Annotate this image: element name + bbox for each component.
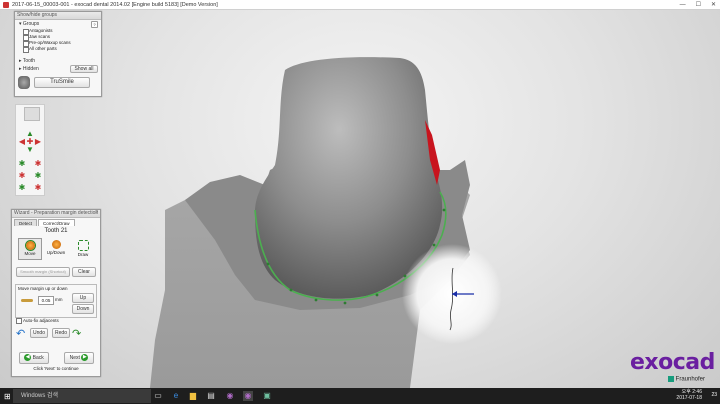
view-bottom-left-icon[interactable]: ✱ [17,183,27,193]
groups-panel: Show/hide groups ▾ Groups ? Antagonists … [14,11,102,97]
3d-viewport[interactable] [0,10,720,388]
show-all-button[interactable]: Show all [70,65,98,73]
notification-badge[interactable]: 23 [711,392,717,398]
up-down-icon [51,240,61,249]
app-icon [3,1,9,8]
groups-panel-header: Show/hide groups [15,12,101,20]
app-icon-1[interactable]: ◉ [225,391,235,401]
wizard-panel: Wizard - Preparation margin detection ? … [11,209,101,377]
maximize-button[interactable]: ☐ [696,1,701,8]
view-side-left-icon[interactable]: ✱ [17,171,27,181]
redo-arrow-icon[interactable]: ↷ [72,327,81,340]
windows-taskbar: ⊞ Windows 검색 ▭ e ▆ ▤ ◉ ◉ ▣ 오후 2:46 2017-… [0,388,720,404]
unit-label: mm [55,297,63,302]
tooth-thumbnail-icon [18,75,30,89]
clear-button[interactable]: Clear [72,267,96,277]
checkbox[interactable] [23,47,29,53]
file-explorer-icon[interactable]: ▆ [188,391,198,401]
fraunhofer-icon [668,376,674,382]
move-margin-section: Move margin up or down 0.05 mm Up Down [15,284,97,318]
up-down-mode-button[interactable]: Up/Down [45,238,67,258]
next-button[interactable]: Next ▶ [64,352,94,364]
tab-detect[interactable]: Detect [14,219,38,226]
back-button[interactable]: ◀ Back [19,352,49,364]
view-front-left-icon[interactable]: ✱ [17,159,27,169]
auto-fix-checkbox[interactable] [16,318,22,324]
hidden-section[interactable]: ▸ Hidden Show all [15,65,101,73]
view-side-right-icon[interactable]: ✱ [33,171,43,181]
view-thumbnail-icon[interactable] [24,107,40,121]
taskbar-clock[interactable]: 오후 2:46 2017-07-18 [676,389,702,401]
close-button[interactable]: ✕ [711,1,716,8]
minimize-button[interactable]: — [680,2,686,8]
tab-correct-draw[interactable]: Correct/Draw [38,219,75,226]
redo-button[interactable]: Redo [52,328,70,338]
exocad-taskbar-icon[interactable]: ◉ [243,391,253,401]
down-button[interactable]: Down [72,304,94,314]
store-icon[interactable]: ▤ [206,391,216,401]
group-item-other-parts[interactable]: All other parts [15,46,101,53]
view-bottom-right-icon[interactable]: ✱ [33,183,43,193]
margin-value-field[interactable]: 0.05 [38,296,54,305]
windows-start-icon[interactable]: ⊞ [4,392,11,401]
view-tools-palette: ▲ ◀ ✚ ▶ ▼ ✱ ✱ ✱ ✱ ✱ ✱ [15,104,45,196]
wizard-tabs: Detect Correct/Draw [14,219,98,226]
edge-icon[interactable]: e [171,391,181,401]
undo-button[interactable]: Undo [30,328,48,338]
help-icon[interactable]: ? [95,210,98,217]
back-arrow-icon: ◀ [24,354,32,362]
move-margin-label: Move margin up or down [18,286,68,291]
tooth-scan-render [150,57,502,388]
wizard-footer-hint: Click 'Next' to continue [33,366,79,371]
window-title: 2017-06-15_00003-001 - exocad dental 201… [12,1,218,8]
groups-section-label: ▾ Groups [19,21,40,27]
taskbar-search[interactable]: Windows 검색 [13,389,151,403]
trusmile-button[interactable]: TruSmile [34,76,90,88]
help-icon[interactable]: ? [91,21,98,28]
tooth-title: Tooth 21 [44,228,68,234]
clock-date: 2017-07-18 [676,395,702,401]
draw-icon [77,240,89,251]
view-front-right-icon[interactable]: ✱ [33,159,43,169]
task-view-icon[interactable]: ▭ [153,391,163,401]
logo-wordmark: exocad [630,350,715,375]
smooth-margin-button[interactable]: Smooth margin (Shortcut) [16,267,70,277]
up-button[interactable]: Up [72,293,94,303]
fraunhofer-label: Fraunhofer [668,376,705,383]
auto-fix-checkbox-row[interactable]: Auto-fix adjacents [16,318,59,324]
wizard-header: Wizard - Preparation margin detection ? [12,210,100,218]
draw-mode-button[interactable]: Draw [72,238,94,258]
rotate-down-icon[interactable]: ▼ [25,145,35,155]
title-bar: 2017-06-15_00003-001 - exocad dental 201… [0,0,720,10]
app-icon-3[interactable]: ▣ [262,391,272,401]
trusmile-row: TruSmile [15,73,101,91]
undo-arrow-icon[interactable]: ↶ [16,327,25,340]
move-mode-button[interactable]: Move [18,238,42,260]
margin-slider[interactable] [21,299,33,302]
exocad-logo: exocad Fraunhofer [630,350,715,383]
window-controls: — ☐ ✕ [680,0,716,9]
tooth-section[interactable]: ▸ Tooth [15,57,101,65]
move-icon [25,241,35,250]
groups-section[interactable]: ▾ Groups ? [15,20,101,28]
next-arrow-icon: ▶ [81,354,89,362]
